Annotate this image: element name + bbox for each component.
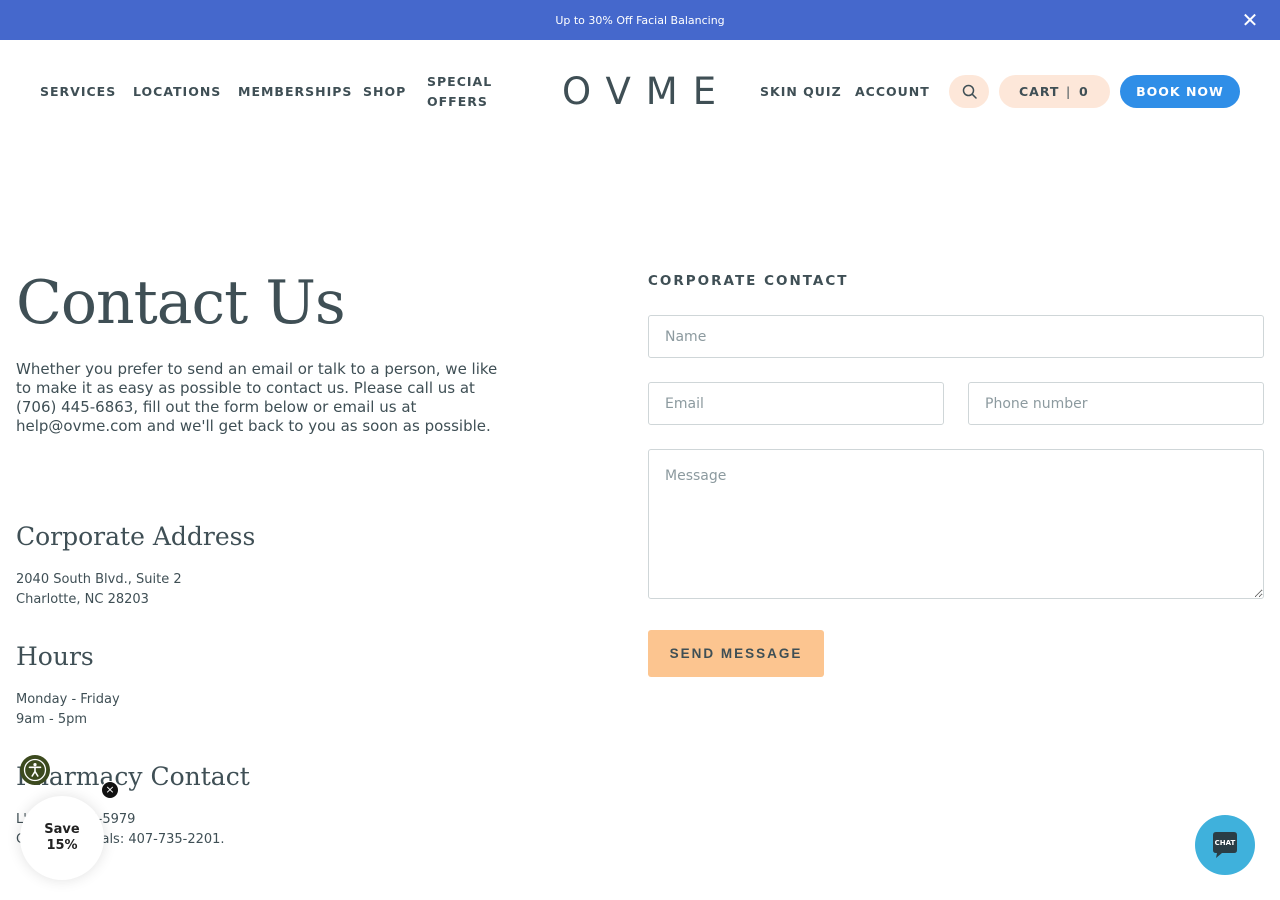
discount-badge-line-2: 15% (46, 838, 78, 853)
discount-badge[interactable]: Save 15% (20, 796, 104, 880)
announcement-text[interactable]: Up to 30% Off Facial Balancing (0, 0, 1280, 40)
accessibility-button[interactable] (20, 755, 50, 785)
cart-label: CART (1019, 84, 1060, 99)
search-button[interactable] (949, 75, 989, 108)
nav-memberships[interactable]: MEMBERSHIPS (238, 84, 352, 99)
cart-separator: | (1066, 84, 1072, 99)
intro-text: Whether you prefer to send an email or t… (16, 360, 498, 435)
hours-line-1: Monday - Friday (16, 692, 120, 707)
send-message-button[interactable]: SEND MESSAGE (648, 630, 824, 677)
address-heading: Corporate Address (16, 522, 256, 551)
search-icon (962, 84, 977, 99)
phone-field[interactable] (968, 382, 1264, 425)
nav-account[interactable]: ACCOUNT (855, 84, 930, 99)
logo[interactable]: OVME (562, 72, 722, 112)
announcement-bar: Up to 30% Off Facial Balancing ✕ (0, 0, 1280, 40)
address-line-2: Charlotte, NC 28203 (16, 592, 149, 607)
nav-locations[interactable]: LOCATIONS (133, 84, 221, 99)
discount-close-button[interactable]: × (101, 781, 119, 799)
hours-line-2: 9am - 5pm (16, 712, 88, 727)
close-icon[interactable]: ✕ (1238, 8, 1262, 32)
nav-shop[interactable]: SHOP (363, 84, 406, 99)
email-field[interactable] (648, 382, 944, 425)
form-title: CORPORATE CONTACT (648, 273, 849, 289)
page-title: Contact Us (16, 268, 346, 338)
book-now-button[interactable]: BOOK NOW (1120, 75, 1240, 108)
address-line-1: 2040 South Blvd., Suite 2 (16, 572, 182, 587)
nav-skin-quiz[interactable]: SKIN QUIZ (760, 84, 842, 99)
pharmacy-heading: Pharmacy Contact (16, 762, 250, 791)
discount-badge-line-1: Save (44, 822, 80, 837)
hours-heading: Hours (16, 642, 94, 671)
name-field[interactable] (648, 315, 1264, 358)
nav-special-offers[interactable]: SPECIAL OFFERS (427, 72, 517, 112)
chat-button[interactable]: CHAT (1195, 815, 1255, 875)
message-field[interactable] (648, 449, 1264, 599)
chat-label: CHAT (1214, 839, 1236, 847)
cart-count: 0 (1079, 84, 1089, 99)
cart-button[interactable]: CART | 0 (999, 75, 1110, 108)
accessibility-icon (23, 758, 47, 782)
nav-services[interactable]: SERVICES (40, 84, 116, 99)
